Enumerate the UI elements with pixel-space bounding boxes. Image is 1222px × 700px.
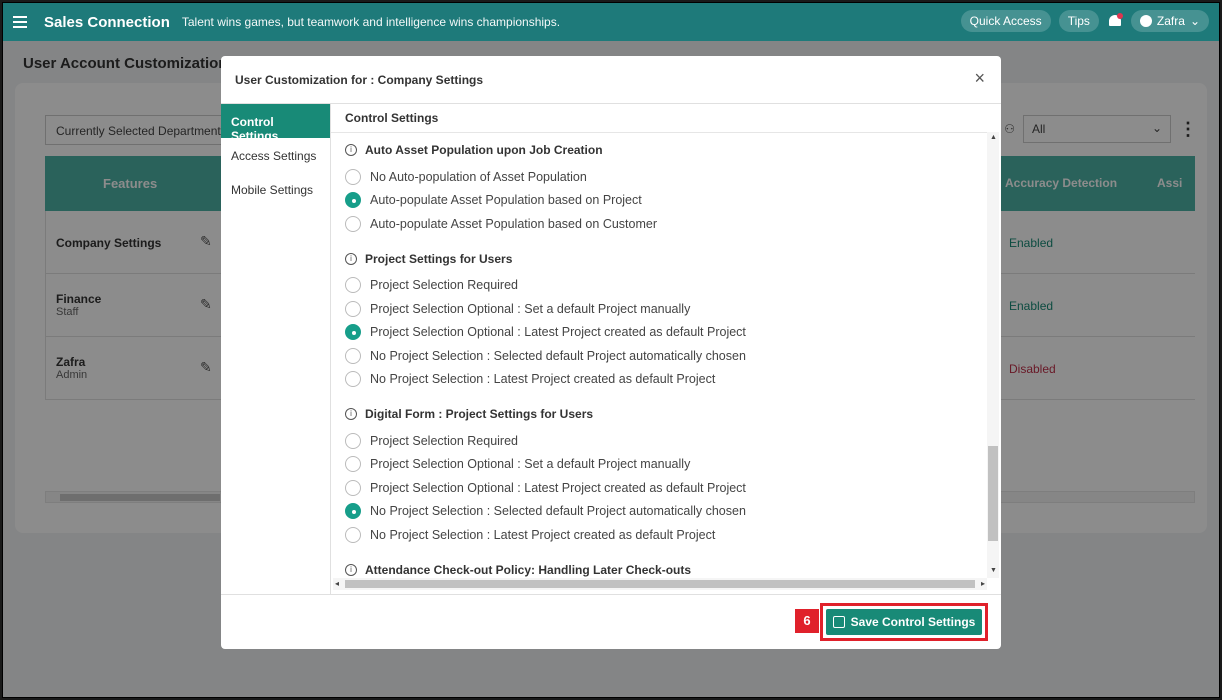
settings-section: i Auto Asset Population upon Job Creation… [345,135,991,236]
radio-option[interactable]: No Project Selection : Latest Project cr… [345,523,991,547]
section-title: Digital Form : Project Settings for User… [365,407,594,421]
app-frame: Sales Connection Talent wins games, but … [2,2,1220,698]
horizontal-scrollbar[interactable]: ◂ ▸ [333,578,987,590]
radio-button[interactable] [345,526,361,543]
radio-option[interactable]: No Project Selection : Selected default … [345,500,991,524]
divider [221,103,1001,104]
info-icon: i [345,252,357,265]
hamburger-menu-icon[interactable] [13,16,27,28]
radio-button[interactable] [345,168,361,185]
radio-option[interactable]: Project Selection Optional : Latest Proj… [345,476,991,500]
scroll-left-arrow-icon[interactable]: ◂ [335,579,339,588]
step-badge: 6 [795,609,819,633]
notification-bell-icon[interactable] [1107,13,1123,29]
section-title: Attendance Check-out Policy: Handling La… [365,562,692,577]
radio-button[interactable] [345,347,361,364]
radio-button[interactable] [345,215,361,232]
settings-section: i Digital Form : Project Settings for Use… [345,399,991,547]
info-icon: i [345,144,357,156]
scroll-down-arrow-icon[interactable]: ▼ [990,567,997,574]
scrollbar-thumb[interactable] [345,580,975,588]
option-label: Project Selection Required [370,433,518,448]
option-label: No Project Selection : Selected default … [370,504,746,519]
radio-button-selected[interactable] [345,503,361,520]
option-label: Project Selection Optional : Latest Proj… [370,480,746,495]
settings-content: i Auto Asset Population upon Job Creation… [331,132,991,592]
option-label: No Project Selection : Latest Project cr… [370,372,716,387]
radio-option[interactable]: Project Selection Optional : Set a defau… [345,453,991,477]
radio-option[interactable]: No Project Selection : Selected default … [345,344,991,368]
option-label: Project Selection Optional : Set a defau… [370,301,691,316]
quick-access-button[interactable]: Quick Access [960,10,1051,32]
option-label: Auto-populate Asset Population based on … [370,193,642,208]
option-label: Project Selection Required [370,278,518,293]
radio-button[interactable] [345,371,361,388]
brand-name[interactable]: Sales Connection [44,14,170,31]
sidebar-item-control-settings[interactable]: Control Settings [221,104,330,143]
save-button-label: Save Control Settings [850,615,976,629]
save-control-settings-button[interactable]: Save Control Settings [826,609,982,635]
user-name: Zafra [1156,14,1185,28]
radio-button-selected[interactable] [345,324,361,341]
radio-button-selected[interactable] [345,192,361,209]
section-title: Project Settings for Users [365,251,513,266]
radio-option[interactable]: Auto-populate Asset Population based on … [345,212,991,236]
chevron-down-icon: ⌄ [1189,14,1200,28]
scrollbar-thumb[interactable] [988,446,998,541]
radio-option[interactable]: No Project Selection : Latest Project cr… [345,368,991,392]
radio-option[interactable]: Project Selection Optional : Latest Proj… [345,321,991,345]
scroll-right-arrow-icon[interactable]: ▸ [981,579,985,588]
scroll-up-arrow-icon[interactable]: ▲ [990,134,997,141]
close-icon[interactable]: × [974,68,985,89]
vertical-scrollbar[interactable]: ▲ ▼ [987,132,999,578]
radio-button[interactable] [345,277,361,294]
radio-option[interactable]: No Auto-population of Asset Population [345,165,991,189]
radio-button[interactable] [345,300,361,317]
modal-sidebar: Control Settings Access Settings Mobile … [221,104,331,594]
radio-button[interactable] [345,456,361,473]
user-avatar-icon [1139,15,1152,27]
radio-option[interactable]: Project Selection Required [345,274,991,298]
radio-option[interactable]: Project Selection Optional : Set a defau… [345,297,991,321]
radio-option[interactable]: Auto-populate Asset Population based on … [345,189,991,213]
save-icon [832,616,845,628]
option-label: Auto-populate Asset Population based on … [370,216,657,231]
section-title: Auto Asset Population upon Job Creation [365,143,603,157]
tagline: Talent wins games, but teamwork and inte… [181,15,561,29]
option-label: No Project Selection : Latest Project cr… [370,527,716,542]
option-label: No Auto-population of Asset Population [370,169,587,184]
divider [221,594,1001,595]
top-bar: Sales Connection Talent wins games, but … [3,3,1219,41]
option-label: Project Selection Optional : Latest Proj… [370,325,746,340]
radio-button[interactable] [345,479,361,496]
settings-section: i Project Settings for Users Project Sele… [345,244,991,392]
radio-button[interactable] [345,432,361,449]
info-icon: i [345,408,357,420]
option-label: No Project Selection : Selected default … [370,348,746,363]
sidebar-item-mobile-settings[interactable]: Mobile Settings [221,172,330,206]
tips-button[interactable]: Tips [1058,10,1099,32]
customization-modal: User Customization for : Company Setting… [221,56,1001,649]
modal-title: User Customization for : Company Setting… [235,73,484,87]
info-icon: i [345,563,357,576]
highlight-box: Save Control Settings [820,603,988,641]
user-menu[interactable]: Zafra ⌄ [1130,10,1209,32]
sidebar-item-access-settings[interactable]: Access Settings [221,138,330,172]
content-header: Control Settings [345,111,439,125]
radio-option[interactable]: Project Selection Required [345,429,991,453]
option-label: Project Selection Optional : Set a defau… [370,457,691,472]
